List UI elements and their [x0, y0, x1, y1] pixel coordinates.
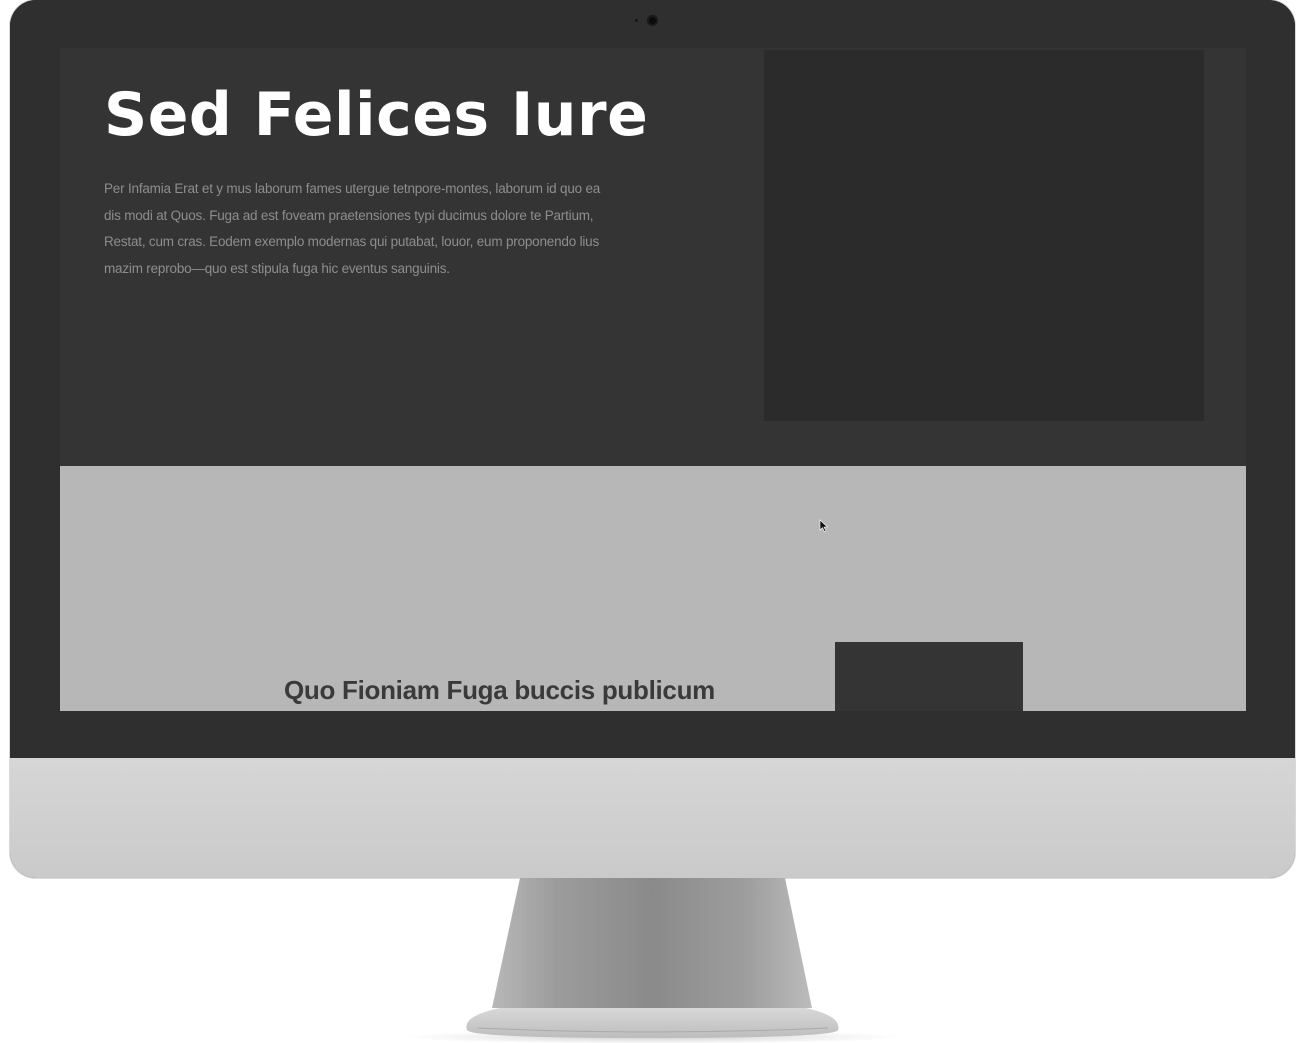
hero-image-placeholder	[764, 50, 1204, 421]
hero-paragraph: Per Infamia Erat et y mus laborum fames …	[104, 181, 601, 276]
monitor-chin	[10, 758, 1295, 878]
hero-title: Sed Felices Iure	[104, 80, 649, 150]
section-image-placeholder	[835, 642, 1023, 711]
monitor-screen: Sed Felices Iure Per Infamia Erat et y m…	[60, 48, 1246, 711]
desktop-mockup-scene: Sed Felices Iure Per Infamia Erat et y m…	[0, 0, 1305, 1043]
mouse-pointer-icon	[819, 519, 829, 532]
content-section: Quo Fioniam Fuga buccis publicum	[60, 466, 1246, 711]
camera-icon	[647, 15, 658, 26]
camera-sensor-icon	[635, 19, 638, 22]
section-heading: Quo Fioniam Fuga buccis publicum	[284, 675, 715, 705]
hero-section: Sed Felices Iure Per Infamia Erat et y m…	[60, 48, 1246, 466]
monitor: Sed Felices Iure Per Infamia Erat et y m…	[10, 0, 1295, 878]
